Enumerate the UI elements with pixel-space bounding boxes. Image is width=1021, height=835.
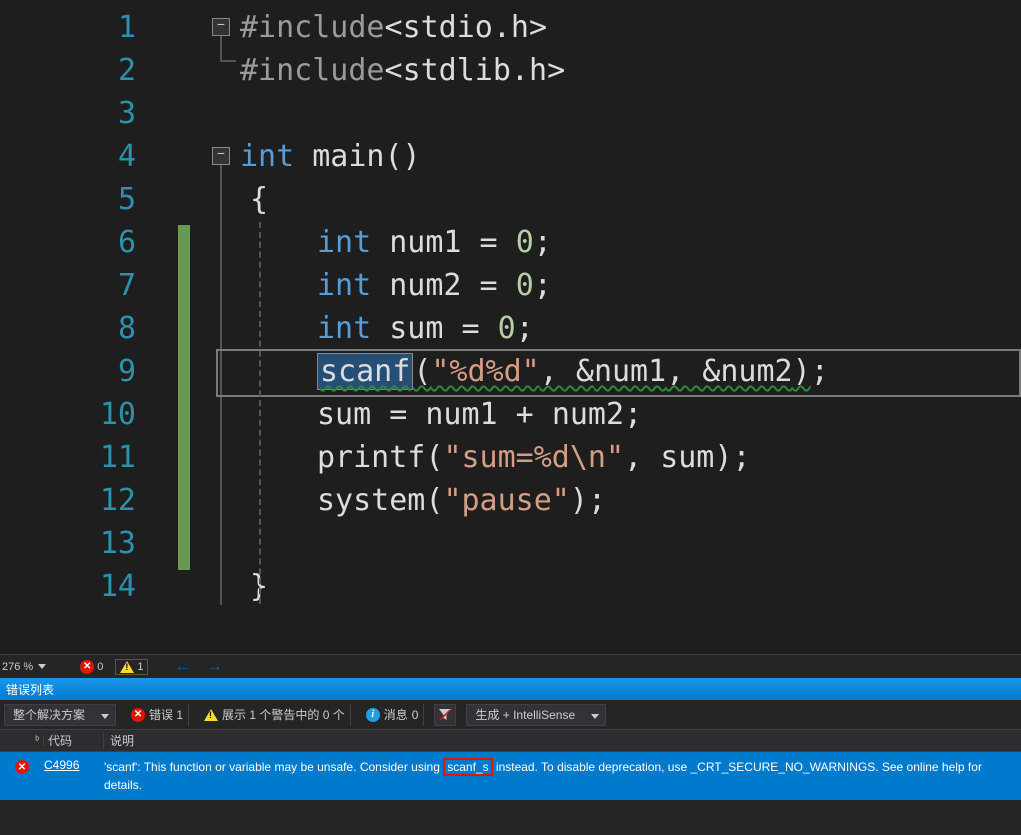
code-line: int sum = 0; — [240, 307, 1021, 350]
error-list-toolbar: 整个解决方案 ✕ 错误 1 展示 1 个警告中的 0 个 i 消息 0 生成 +… — [0, 700, 1021, 730]
error-description: 'scanf': This function or variable may b… — [104, 758, 1021, 794]
brace-guide — [259, 222, 261, 604]
messages-filter[interactable]: i 消息 0 — [361, 704, 425, 726]
scope-dropdown[interactable]: 整个解决方案 — [4, 704, 116, 726]
code-line: } — [240, 565, 1021, 608]
code-editor[interactable]: 1 2 3 4 5 6 7 8 9 10 11 12 13 14 − − #in… — [0, 0, 1021, 654]
chevron-down-icon[interactable] — [36, 661, 48, 673]
error-row[interactable]: ✕ C4996 'scanf': This function or variab… — [0, 752, 1021, 800]
fold-toggle[interactable]: − — [212, 147, 230, 165]
code-line: sum = num1 + num2; — [240, 393, 1021, 436]
line-number: 9 — [0, 350, 154, 393]
clear-filter-button[interactable] — [434, 704, 456, 726]
nav-forward-button[interactable]: → — [202, 658, 226, 676]
line-number: 5 — [0, 178, 154, 221]
errors-filter[interactable]: ✕ 错误 1 — [126, 704, 189, 726]
code-line: system("pause"); — [240, 479, 1021, 522]
error-list-panel: 错误列表 整个解决方案 ✕ 错误 1 展示 1 个警告中的 0 个 i 消息 0… — [0, 678, 1021, 835]
fold-toggle[interactable]: − — [212, 18, 230, 36]
code-line — [240, 522, 1021, 565]
error-list-columns: ᵇ 代码 说明 — [0, 730, 1021, 752]
code-content[interactable]: #include<stdio.h> #include<stdlib.h> int… — [240, 0, 1021, 654]
source-dropdown[interactable]: 生成 + IntelliSense — [466, 704, 606, 726]
code-line: { — [240, 178, 1021, 221]
line-number: 6 — [0, 221, 154, 264]
line-number: 1 — [0, 6, 154, 49]
warnings-indicator[interactable]: 1 — [115, 659, 148, 675]
change-marker — [178, 225, 190, 570]
code-line: #include<stdlib.h> — [240, 49, 1021, 92]
line-number: 14 — [0, 565, 154, 608]
col-code[interactable]: 代码 — [44, 732, 104, 749]
warnings-filter[interactable]: 展示 1 个警告中的 0 个 — [199, 704, 351, 726]
line-number: 12 — [0, 479, 154, 522]
error-icon: ✕ — [15, 760, 29, 774]
col-icon[interactable]: ᵇ — [0, 735, 44, 746]
error-list-title[interactable]: 错误列表 — [0, 678, 1021, 700]
line-number: 10 — [0, 393, 154, 436]
code-line: printf("sum=%d\n", sum); — [240, 436, 1021, 479]
error-list-empty — [0, 800, 1021, 835]
code-line: #include<stdio.h> — [240, 6, 1021, 49]
zoom-level[interactable]: 276 % — [2, 661, 48, 673]
line-number: 7 — [0, 264, 154, 307]
error-code-link[interactable]: C4996 — [44, 758, 79, 772]
warning-icon — [204, 709, 218, 721]
warning-icon — [120, 661, 134, 673]
warning-span: scanf — [317, 353, 413, 390]
fold-column: − − — [154, 0, 240, 654]
code-line: int main() — [240, 135, 1021, 178]
suggested-fix-highlight: scanf_s — [443, 758, 492, 776]
chevron-down-icon — [101, 708, 109, 722]
line-number: 11 — [0, 436, 154, 479]
code-line — [240, 92, 1021, 135]
line-number: 8 — [0, 307, 154, 350]
errors-indicator[interactable]: ✕ 0 — [76, 659, 107, 675]
line-number: 3 — [0, 92, 154, 135]
nav-back-button[interactable]: ← — [170, 658, 194, 676]
gutter: 1 2 3 4 5 6 7 8 9 10 11 12 13 14 — [0, 0, 154, 654]
chevron-down-icon — [591, 708, 599, 722]
info-icon: i — [366, 708, 380, 722]
code-line: int num1 = 0; — [240, 221, 1021, 264]
code-line: int num2 = 0; — [240, 264, 1021, 307]
line-number: 13 — [0, 522, 154, 565]
line-number: 2 — [0, 49, 154, 92]
error-icon: ✕ — [80, 660, 94, 674]
error-icon: ✕ — [131, 708, 145, 722]
editor-status-bar: 276 % ✕ 0 1 ← → — [0, 654, 1021, 678]
code-line: scanf("%d%d", &num1, &num2); — [240, 350, 1021, 393]
col-description[interactable]: 说明 — [104, 732, 1021, 749]
line-number: 4 — [0, 135, 154, 178]
